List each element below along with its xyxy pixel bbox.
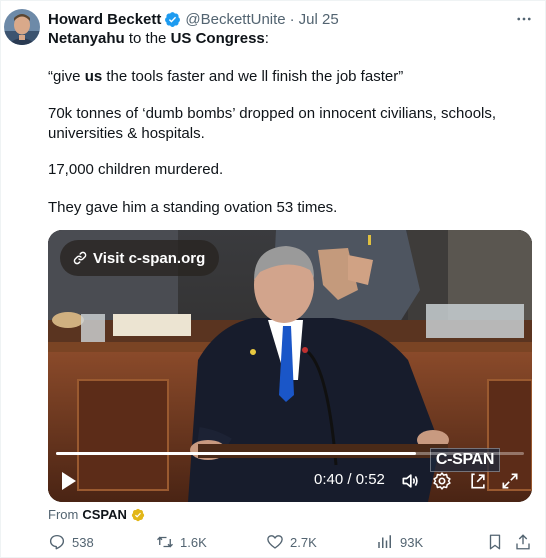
video-controls: 0:40 / 0:52 (48, 468, 532, 494)
reply-icon (49, 534, 65, 550)
repost-button[interactable]: 1.6K (156, 533, 207, 551)
bookmark-icon (489, 534, 501, 550)
repost-icon (157, 536, 173, 548)
visit-link-button[interactable]: Visit c-span.org (60, 240, 220, 276)
visit-link-label: Visit c-span.org (93, 249, 206, 267)
views-button[interactable]: 93K (376, 533, 423, 551)
post-date[interactable]: Jul 25 (299, 11, 339, 28)
post-line-quote: “give us the tools faster and we ll fini… (48, 67, 403, 87)
text-to-the: to the (124, 30, 171, 47)
share-icon (516, 534, 530, 550)
post-line-intro: Netanyahu to the US Congress: (48, 29, 269, 49)
more-icon[interactable] (513, 9, 535, 29)
quote-start: “give (48, 68, 85, 85)
action-bar: 538 1.6K 2.7K 93K (48, 533, 535, 555)
settings-icon[interactable] (432, 471, 452, 491)
avatar[interactable] (4, 9, 40, 45)
volume-icon[interactable] (400, 471, 420, 491)
post-header: Howard Beckett @BeckettUnite · Jul 25 (48, 9, 339, 29)
reply-count: 538 (72, 534, 94, 550)
reply-button[interactable]: 538 (48, 533, 94, 551)
post-line-bombs: 70k tonnes of ‘dumb bombs’ dropped on in… (48, 105, 497, 142)
video-progress-fill (56, 452, 417, 455)
like-icon (267, 535, 283, 549)
gold-verified-icon (131, 508, 145, 521)
video-progress-bar[interactable] (56, 452, 524, 455)
post-line-children: 17,000 children murdered. (48, 161, 224, 178)
source-attribution: From CSPAN (48, 507, 145, 522)
source-prefix: From (48, 507, 79, 522)
views-count: 93K (400, 534, 424, 550)
source-name[interactable]: CSPAN (82, 507, 127, 522)
bold-us-congress: US Congress (170, 30, 265, 47)
separator-dot: · (289, 10, 295, 28)
video-time: 0:40 / 0:52 (314, 471, 385, 488)
bookmark-button[interactable] (486, 533, 510, 551)
exit-icon[interactable] (468, 471, 488, 491)
views-icon (378, 535, 391, 548)
play-icon[interactable] (60, 471, 78, 491)
quote-end: the tools faster and we ll finish the jo… (102, 68, 404, 85)
quote-bold-us: us (84, 68, 103, 85)
post-card[interactable]: Howard Beckett @BeckettUnite · Jul 25 Ne… (0, 0, 546, 558)
link-icon (73, 251, 87, 265)
like-count: 2.7K (290, 534, 317, 550)
repost-count: 1.6K (180, 534, 207, 550)
bold-netanyahu: Netanyahu (48, 30, 125, 47)
text-colon: : (264, 30, 269, 47)
fullscreen-icon[interactable] (500, 471, 520, 491)
author-name[interactable]: Howard Beckett (48, 11, 161, 28)
post-line-ovation: They gave him a standing ovation 53 time… (48, 199, 338, 216)
like-button[interactable]: 2.7K (266, 533, 317, 551)
verified-badge-icon (165, 11, 181, 27)
author-handle[interactable]: @BeckettUnite (185, 11, 285, 28)
share-button[interactable] (514, 533, 538, 551)
video-player[interactable]: Visit c-span.org C-SPAN 0:40 / 0:52 (48, 230, 532, 502)
